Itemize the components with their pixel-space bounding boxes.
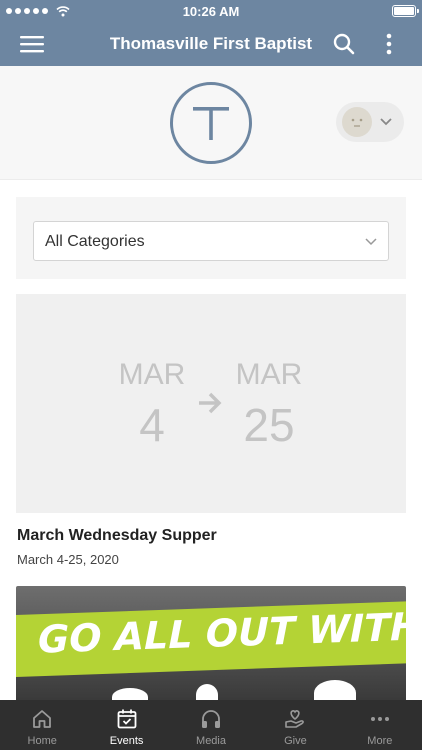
- headphones-icon: [202, 710, 221, 728]
- hand-heart-icon: [285, 710, 305, 728]
- event-title[interactable]: March Wednesday Supper: [17, 527, 217, 545]
- chevron-down-icon: [380, 118, 392, 126]
- hamburger-icon: [20, 36, 44, 53]
- tab-events[interactable]: Events: [84, 700, 168, 750]
- search-icon: [333, 33, 355, 55]
- status-time: 10:26 AM: [182, 4, 240, 19]
- profile-button[interactable]: [336, 102, 404, 142]
- promo-graphic-shape: [314, 680, 356, 700]
- menu-button[interactable]: [10, 22, 54, 66]
- event-dates: March 4-25, 2020: [17, 552, 119, 567]
- vertical-ellipsis-icon: [386, 33, 392, 55]
- calendar-check-icon: [117, 709, 137, 729]
- status-bar: 10:26 AM: [0, 0, 422, 22]
- tab-bar: Home Events Media Give More: [0, 700, 422, 750]
- tab-more[interactable]: More: [338, 700, 422, 750]
- event-card[interactable]: MAR 4 MAR 25: [16, 294, 406, 513]
- brand-header: [0, 66, 422, 180]
- church-logo: [170, 82, 252, 164]
- start-day: 4: [139, 399, 165, 451]
- tab-label: Media: [196, 735, 226, 747]
- promo-graphic-shape: [196, 684, 218, 700]
- ellipsis-icon: [370, 717, 389, 721]
- tab-label: More: [367, 735, 393, 747]
- chevron-down-icon: [365, 238, 377, 246]
- tab-media[interactable]: Media: [169, 700, 253, 750]
- search-button[interactable]: [322, 22, 366, 66]
- navigation-bar: Thomasville First Baptist: [0, 22, 422, 66]
- promo-event-image[interactable]: GO ALL OUT WITH: [16, 586, 406, 700]
- t-logo-icon: [193, 107, 229, 140]
- category-filter-panel: All Categories: [16, 197, 406, 279]
- start-month: MAR: [118, 358, 186, 391]
- tab-label: Events: [109, 735, 144, 747]
- avatar: [342, 107, 372, 137]
- more-options-button[interactable]: [367, 22, 411, 66]
- end-day: 25: [243, 399, 295, 451]
- category-select[interactable]: All Categories: [33, 221, 389, 261]
- arrow-right-icon: [199, 392, 222, 414]
- promo-graphic-shape: [112, 688, 148, 700]
- tab-give[interactable]: Give: [253, 700, 337, 750]
- category-select-value: All Categories: [45, 233, 145, 250]
- tab-home[interactable]: Home: [0, 700, 84, 750]
- face-icon: [351, 118, 363, 127]
- page-title: Thomasville First Baptist: [109, 34, 313, 53]
- tab-label: Home: [27, 735, 57, 747]
- end-month: MAR: [235, 358, 303, 391]
- tab-label: Give: [284, 735, 307, 747]
- home-icon: [33, 710, 52, 728]
- battery-icon: [392, 5, 419, 17]
